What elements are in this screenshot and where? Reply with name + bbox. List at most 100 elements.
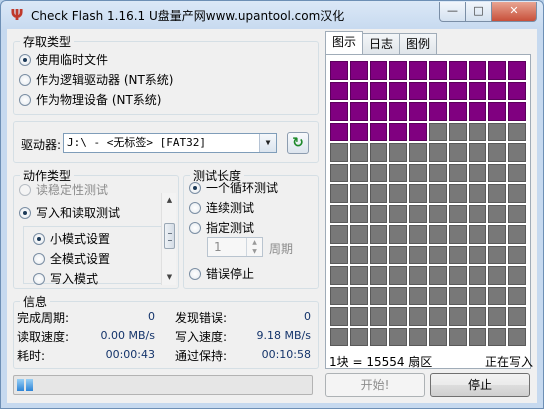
action-scrollbar[interactable]: ▲ ▼ bbox=[161, 193, 176, 285]
block-pending bbox=[508, 184, 526, 203]
block-pending bbox=[409, 266, 427, 285]
write-speed-value: 9.18 MB/s bbox=[256, 329, 311, 342]
length-one-cycle-option[interactable]: 一个循环测试 bbox=[189, 179, 278, 196]
minimize-button[interactable]: — bbox=[439, 2, 466, 22]
block-pending bbox=[488, 143, 507, 162]
block-pending bbox=[508, 143, 526, 162]
block-pending bbox=[369, 163, 388, 182]
elapsed-label: 耗时: bbox=[17, 349, 46, 363]
block-pending bbox=[488, 245, 507, 264]
mode-full-option[interactable]: 全模式设置 bbox=[33, 250, 110, 267]
block-written bbox=[409, 81, 427, 100]
title-bar[interactable]: Ψ Check Flash 1.16.1 U盘量产网www.upantool.c… bbox=[1, 1, 543, 29]
refresh-drives-button[interactable]: ↻ bbox=[287, 132, 309, 154]
chevron-down-icon[interactable]: ▼ bbox=[259, 134, 276, 152]
stop-on-error-option[interactable]: 错误停止 bbox=[189, 265, 254, 282]
block-written bbox=[428, 81, 447, 100]
option-label: 全模式设置 bbox=[50, 252, 111, 266]
block-pending bbox=[508, 204, 526, 223]
drive-label: 驱动器: bbox=[21, 138, 62, 152]
access-logical-drive-option[interactable]: 作为逻辑驱动器 (NT系统) bbox=[19, 71, 174, 88]
mode-small-option[interactable]: 小模式设置 bbox=[33, 230, 110, 247]
read-speed-label: 读取速度: bbox=[17, 330, 70, 344]
block-pending bbox=[330, 184, 348, 203]
length-specified-option[interactable]: 指定测试 bbox=[189, 219, 254, 236]
stop-button[interactable]: 停止 bbox=[430, 373, 530, 397]
errors-found-label: 发现错误: bbox=[175, 311, 228, 325]
block-pending bbox=[389, 225, 408, 244]
block-pending bbox=[330, 327, 348, 346]
scroll-thumb[interactable] bbox=[164, 223, 175, 249]
spin-up-icon[interactable]: ▲ bbox=[247, 238, 262, 247]
block-pending bbox=[349, 245, 368, 264]
radio-selected-icon bbox=[19, 53, 31, 66]
option-label: 小模式设置 bbox=[50, 232, 111, 246]
action-read-stability-option[interactable]: 读稳定性测试 bbox=[19, 181, 108, 198]
block-pending bbox=[389, 163, 408, 182]
block-pending bbox=[428, 163, 447, 182]
block-pending bbox=[409, 307, 427, 326]
option-label: 写入模式 bbox=[50, 272, 99, 286]
block-pending bbox=[428, 184, 447, 203]
block-pending bbox=[488, 266, 507, 285]
progress-block bbox=[17, 379, 24, 391]
block-pending bbox=[330, 286, 348, 305]
block-pending bbox=[389, 204, 408, 223]
cycles-value: 1 bbox=[214, 240, 222, 254]
block-pending bbox=[349, 204, 368, 223]
block-written bbox=[448, 61, 467, 80]
drive-select[interactable]: J:\ - <无标签> [FAT32] ▼ bbox=[63, 133, 277, 153]
client-area: 存取类型 使用临时文件 作为逻辑驱动器 (NT系统) 作为物理设备 (NT系统)… bbox=[7, 29, 537, 403]
block-pending bbox=[349, 184, 368, 203]
progress-fill bbox=[17, 379, 33, 391]
spin-down-icon[interactable]: ▼ bbox=[247, 247, 262, 256]
block-pending bbox=[369, 266, 388, 285]
cycles-spinner[interactable]: 1 ▲ ▼ bbox=[207, 237, 263, 257]
block-pending bbox=[508, 307, 526, 326]
block-written bbox=[508, 102, 526, 121]
block-pending bbox=[508, 266, 526, 285]
block-pending bbox=[448, 245, 467, 264]
block-pending bbox=[389, 327, 408, 346]
cycles-done-value: 0 bbox=[148, 310, 155, 323]
block-pending bbox=[488, 327, 507, 346]
write-speed-label: 写入速度: bbox=[175, 330, 228, 344]
block-written bbox=[428, 102, 447, 121]
access-physical-device-option[interactable]: 作为物理设备 (NT系统) bbox=[19, 91, 162, 108]
tab-log[interactable]: 日志 bbox=[362, 33, 401, 54]
option-label: 作为逻辑驱动器 (NT系统) bbox=[36, 73, 174, 87]
block-pending bbox=[389, 143, 408, 162]
block-pending bbox=[428, 266, 447, 285]
scroll-down-icon[interactable]: ▼ bbox=[162, 270, 177, 285]
block-written bbox=[389, 122, 408, 141]
app-window: Ψ Check Flash 1.16.1 U盘量产网www.upantool.c… bbox=[0, 0, 544, 409]
block-written bbox=[349, 122, 368, 141]
block-pending bbox=[409, 143, 427, 162]
close-button[interactable]: ✕ bbox=[492, 2, 537, 22]
option-label: 一个循环测试 bbox=[206, 181, 279, 195]
scroll-up-icon[interactable]: ▲ bbox=[162, 193, 177, 208]
block-pending bbox=[468, 245, 487, 264]
block-pending bbox=[488, 225, 507, 244]
tab-diagram[interactable]: 图示 bbox=[325, 31, 364, 54]
block-written bbox=[508, 61, 526, 80]
action-write-read-option[interactable]: 写入和读取测试 bbox=[19, 204, 120, 221]
start-button[interactable]: 开始! bbox=[325, 373, 425, 397]
option-label: 写入和读取测试 bbox=[36, 206, 121, 220]
block-pending bbox=[448, 266, 467, 285]
block-pending bbox=[468, 204, 487, 223]
block-written bbox=[448, 81, 467, 100]
maximize-button[interactable]: □ bbox=[466, 2, 492, 22]
block-pending bbox=[409, 204, 427, 223]
mode-write-option[interactable]: 写入模式 bbox=[33, 270, 98, 287]
progress-bar bbox=[13, 375, 313, 395]
block-pending bbox=[369, 204, 388, 223]
block-pending bbox=[488, 307, 507, 326]
block-pending bbox=[389, 266, 408, 285]
access-temp-file-option[interactable]: 使用临时文件 bbox=[19, 51, 108, 68]
length-continuous-option[interactable]: 连续测试 bbox=[189, 199, 254, 216]
block-pending bbox=[428, 286, 447, 305]
block-pending bbox=[468, 327, 487, 346]
tab-legend[interactable]: 图例 bbox=[399, 33, 438, 54]
block-size-status: 1块 = 15554 扇区 bbox=[329, 355, 433, 369]
